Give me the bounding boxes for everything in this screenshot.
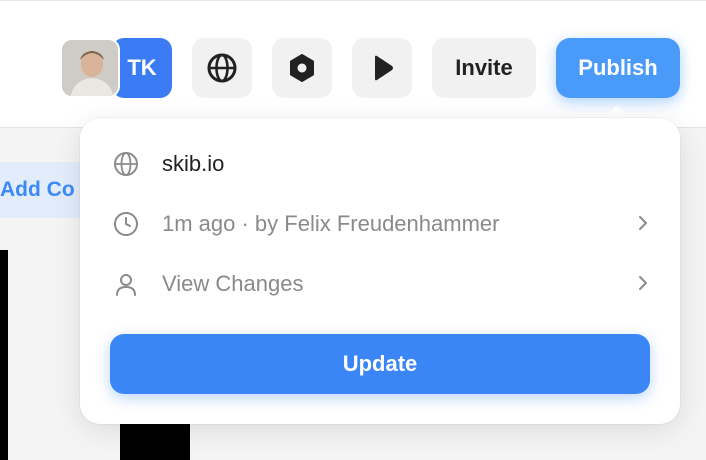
hexagon-icon bbox=[290, 54, 314, 82]
site-domain-row[interactable]: skib.io bbox=[110, 144, 650, 184]
publish-button[interactable]: Publish bbox=[556, 38, 680, 98]
last-published-info: 1m ago · by Felix Freudenhammer bbox=[162, 211, 500, 236]
preview-button[interactable] bbox=[352, 38, 412, 98]
globe-icon bbox=[207, 53, 237, 83]
view-changes-label: View Changes bbox=[162, 271, 304, 296]
view-changes-row[interactable]: View Changes bbox=[110, 264, 650, 304]
last-published-row[interactable]: 1m ago · by Felix Freudenhammer bbox=[110, 204, 650, 244]
canvas-element[interactable] bbox=[0, 250, 8, 460]
chevron-right-icon bbox=[636, 272, 650, 299]
chevron-right-icon bbox=[636, 212, 650, 239]
avatar-initials[interactable]: TK bbox=[112, 38, 172, 98]
update-button[interactable]: Update bbox=[110, 334, 650, 394]
play-icon bbox=[375, 55, 393, 81]
invite-button[interactable]: Invite bbox=[432, 38, 536, 98]
canvas-element[interactable] bbox=[120, 424, 190, 460]
hexagon-button[interactable] bbox=[272, 38, 332, 98]
publish-popover: skib.io 1m ago · by Felix Freudenhammer … bbox=[80, 118, 680, 424]
avatar-photo[interactable] bbox=[60, 38, 120, 98]
user-photo-icon bbox=[62, 40, 118, 96]
globe-button[interactable] bbox=[192, 38, 252, 98]
add-component-chip[interactable]: Add Co bbox=[0, 162, 90, 218]
site-domain[interactable]: skib.io bbox=[162, 151, 224, 177]
user-icon bbox=[110, 268, 142, 300]
clock-icon bbox=[110, 208, 142, 240]
globe-icon bbox=[110, 148, 142, 180]
